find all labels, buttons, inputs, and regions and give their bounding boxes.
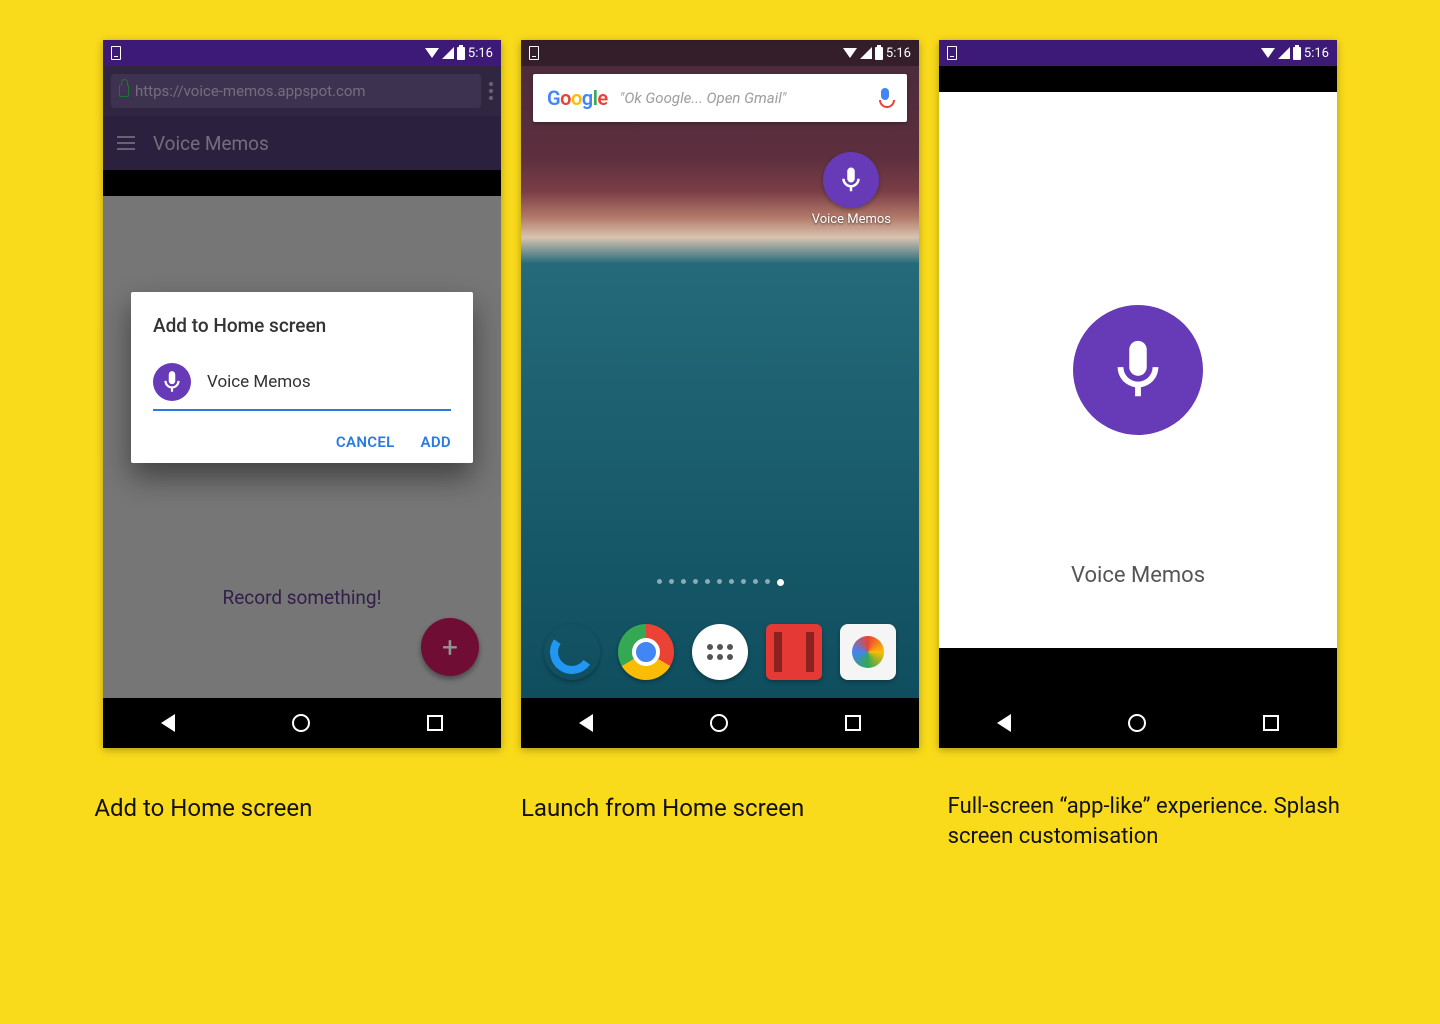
dock	[521, 624, 919, 680]
splash-app-title: Voice Memos	[1071, 563, 1205, 588]
battery-icon	[1293, 47, 1301, 60]
nav-back-button[interactable]	[161, 714, 175, 732]
notification-icon	[947, 46, 957, 60]
nav-recent-button[interactable]	[845, 715, 861, 731]
app-drawer-icon[interactable]	[692, 624, 748, 680]
page-indicator	[521, 579, 919, 586]
phone-home-screen: 5:16 Google "Ok Google... Open Gmail" Vo…	[521, 40, 919, 748]
nav-recent-button[interactable]	[1263, 715, 1279, 731]
nav-home-button[interactable]	[710, 714, 728, 732]
android-nav-bar	[103, 698, 501, 748]
chrome-app-icon[interactable]	[618, 624, 674, 680]
notification-icon	[111, 46, 121, 60]
battery-icon	[875, 47, 883, 60]
status-bar: 5:16	[521, 40, 919, 66]
battery-icon	[457, 47, 465, 60]
signal-icon	[442, 47, 454, 59]
signal-icon	[860, 47, 872, 59]
nav-back-button[interactable]	[579, 714, 593, 732]
phone-add-to-home: 5:16 https://voice-memos.appspot.com Voi…	[103, 40, 501, 748]
google-logo: Google	[547, 86, 608, 110]
nav-home-button[interactable]	[1128, 714, 1146, 732]
dialog-title: Add to Home screen	[153, 314, 451, 337]
splash-app-icon	[1073, 305, 1203, 435]
nav-home-button[interactable]	[292, 714, 310, 732]
status-time: 5:16	[886, 46, 911, 61]
status-bar: 5:16	[939, 40, 1337, 66]
shortcut-label: Voice Memos	[812, 212, 891, 227]
voice-memos-shortcut[interactable]: Voice Memos	[812, 152, 891, 227]
splash-screen: Voice Memos	[939, 92, 1337, 648]
phone-app-icon[interactable]	[544, 624, 600, 680]
wifi-icon	[425, 48, 439, 58]
app-icon	[153, 363, 191, 401]
shortcut-name-input[interactable]: Voice Memos	[207, 372, 451, 392]
wifi-icon	[1261, 48, 1275, 58]
cancel-button[interactable]: CANCEL	[336, 433, 395, 451]
caption-2: Launch from Home screen	[521, 792, 919, 851]
caption-1: Add to Home screen	[94, 792, 492, 851]
android-nav-bar	[521, 698, 919, 748]
search-placeholder: "Ok Google... Open Gmail"	[620, 89, 865, 107]
add-to-home-dialog: Add to Home screen Voice Memos CANCEL AD…	[131, 292, 473, 463]
google-search-widget[interactable]: Google "Ok Google... Open Gmail"	[533, 74, 907, 122]
play-movies-icon[interactable]	[766, 624, 822, 680]
notification-icon	[529, 46, 539, 60]
wifi-icon	[843, 48, 857, 58]
nav-recent-button[interactable]	[427, 715, 443, 731]
phone-splash-screen: 5:16 Voice Memos	[939, 40, 1337, 748]
nav-back-button[interactable]	[997, 714, 1011, 732]
camera-app-icon[interactable]	[840, 624, 896, 680]
add-button[interactable]: ADD	[421, 433, 451, 451]
wallpaper	[521, 40, 919, 698]
status-time: 5:16	[1304, 46, 1329, 61]
caption-3: Full-screen “app-like” experience. Splas…	[948, 792, 1346, 851]
signal-icon	[1278, 47, 1290, 59]
status-time: 5:16	[468, 46, 493, 61]
android-nav-bar	[939, 698, 1337, 748]
voice-search-icon[interactable]	[877, 88, 893, 108]
status-bar: 5:16	[103, 40, 501, 66]
